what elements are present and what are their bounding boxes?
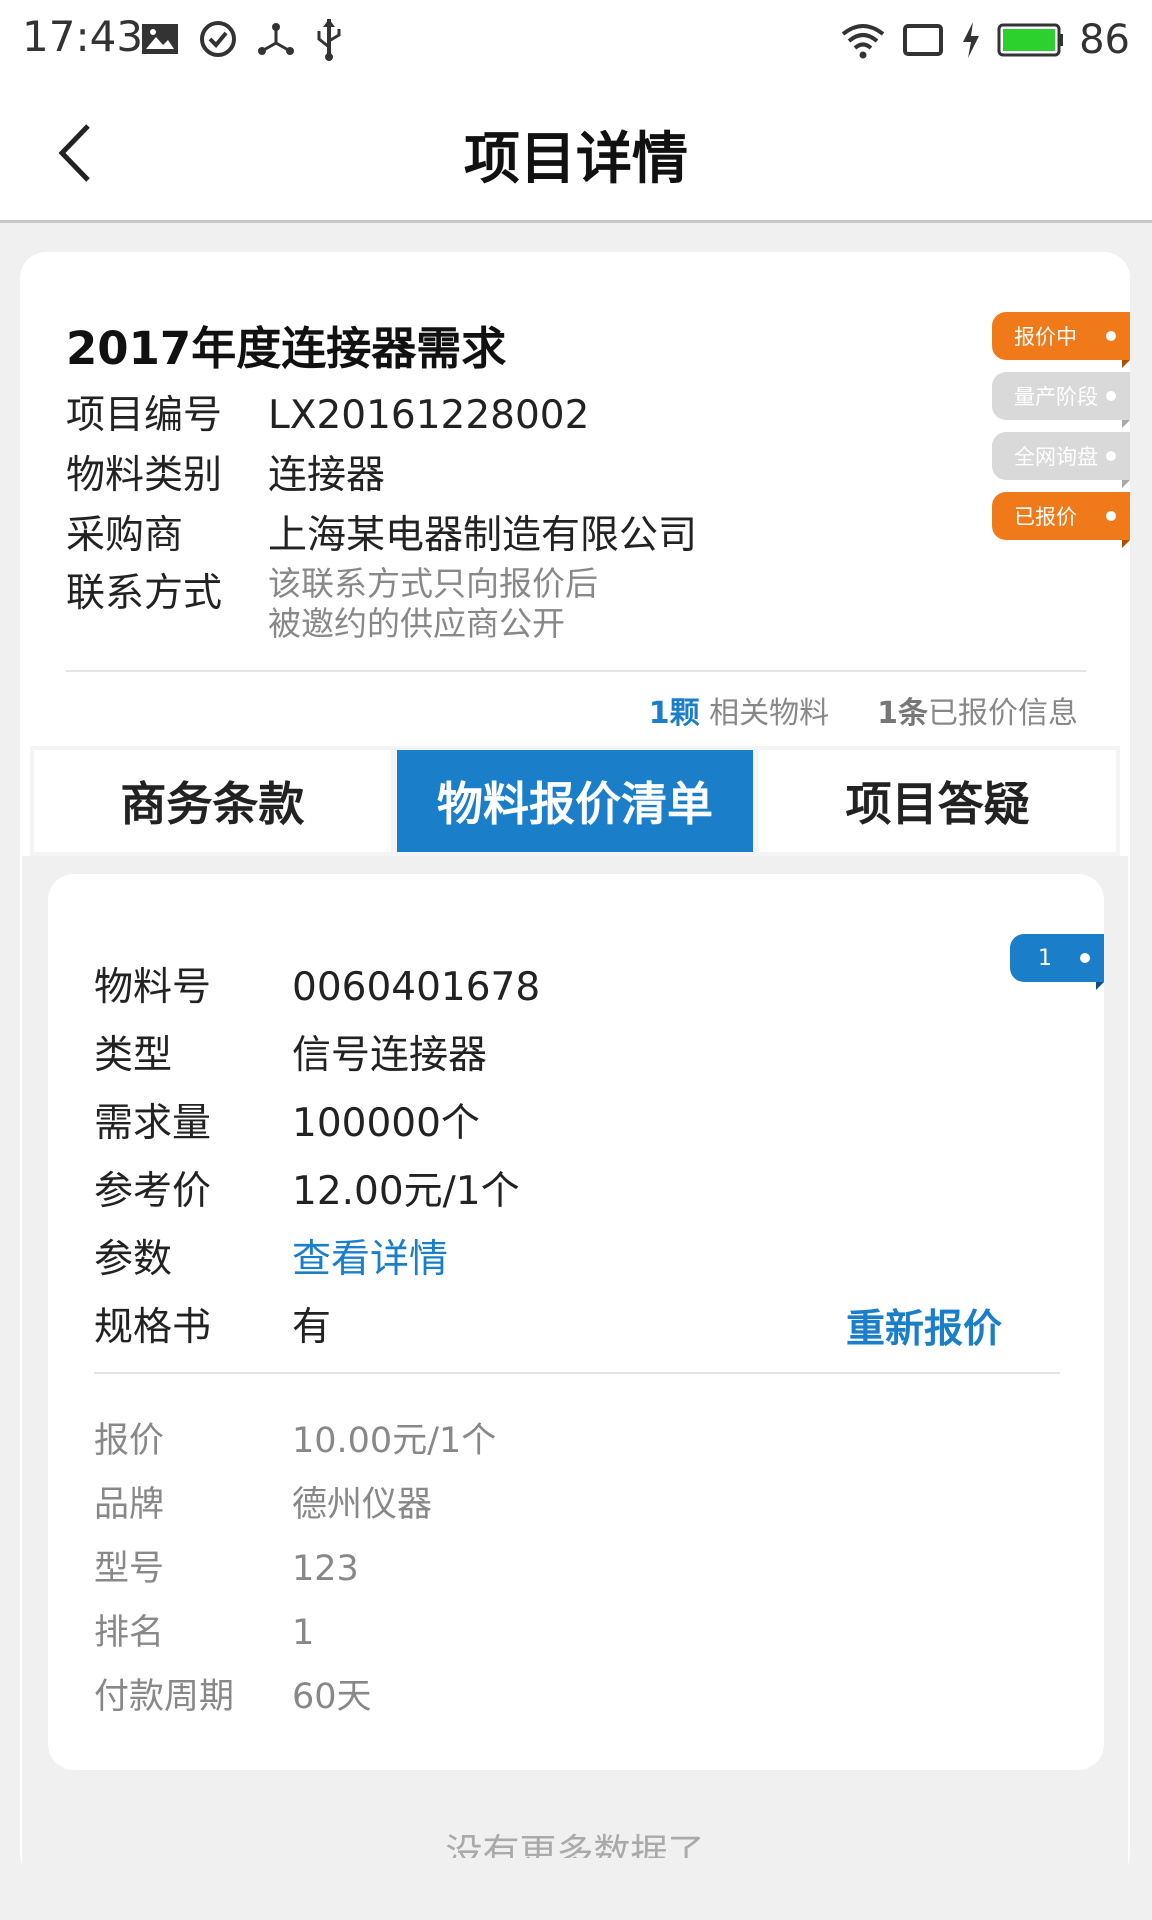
project-number-row: 项目编号 LX20161228002	[66, 384, 589, 440]
type-row: 类型 信号连接器	[94, 1024, 487, 1080]
spec-sheet-label: 规格书	[94, 1305, 212, 1350]
buyer-value: 上海某电器制造有限公司	[268, 513, 698, 558]
reference-price-label: 参考价	[94, 1169, 212, 1214]
demand-label: 需求量	[94, 1101, 212, 1146]
demand-value: 100000个	[292, 1101, 480, 1146]
tag-quoted-label: 已报价	[1014, 505, 1077, 529]
tab-business-terms[interactable]: 商务条款	[34, 750, 391, 852]
reference-price-value: 12.00元/1个	[292, 1169, 520, 1214]
material-number-label: 物料号	[94, 965, 212, 1010]
reference-price-row: 参考价 12.00元/1个	[94, 1160, 520, 1216]
brand-value: 德州仪器	[292, 1485, 433, 1525]
buyer-row: 采购商 上海某电器制造有限公司	[66, 504, 697, 560]
material-card: 1 物料号 0060401678 类型 信号连接器 需求量 100000个 参考价 12…	[48, 874, 1104, 1770]
quoted-info-count: 1条已报价信息	[877, 688, 1078, 732]
page-title: 项目详情	[464, 127, 688, 192]
tag-quoting: 报价中	[992, 312, 1130, 368]
tab-material-quote-list[interactable]: 物料报价清单	[396, 750, 754, 852]
check-circle-icon	[200, 21, 236, 57]
type-value: 信号连接器	[292, 1033, 488, 1078]
project-number-label: 项目编号	[66, 393, 223, 438]
nav-bar: 项目详情	[0, 82, 1152, 223]
project-title: 2017年度连接器需求	[66, 322, 507, 375]
parameters-row: 参数 查看详情	[94, 1228, 448, 1284]
tag-quoting-label: 报价中	[1014, 325, 1077, 349]
project-number-value: LX20161228002	[268, 393, 590, 438]
material-category-value: 连接器	[268, 453, 386, 498]
related-materials-count: 1颗 相关物料	[649, 688, 829, 732]
requote-button[interactable]: 重新报价	[846, 1298, 1002, 1354]
rank-badge-label: 1	[1038, 945, 1052, 971]
material-category-label: 物料类别	[66, 453, 223, 498]
status-time: 17:43	[22, 12, 144, 61]
status-icons-right: 86	[839, 12, 1130, 68]
contact-note-line1: 该联系方式只向报价后	[268, 564, 598, 603]
divider	[66, 670, 1086, 672]
quote-price-label: 报价	[94, 1421, 165, 1461]
quote-price-value: 10.00元/1个	[292, 1421, 497, 1461]
spec-sheet-value: 有	[292, 1305, 332, 1350]
charging-icon	[963, 22, 980, 58]
model-row: 型号 123	[94, 1540, 359, 1591]
material-number-value: 0060401678	[292, 965, 541, 1010]
share-icon	[258, 23, 294, 55]
image-icon	[142, 24, 178, 54]
tab-project-qa[interactable]: 项目答疑	[759, 750, 1117, 852]
material-category-row: 物料类别 连接器	[66, 444, 385, 500]
rank-badge: 1	[1010, 934, 1104, 990]
cast-icon	[903, 24, 944, 56]
buyer-label: 采购商	[66, 513, 184, 558]
tag-quoted: 已报价	[992, 492, 1130, 548]
rank-value: 1	[292, 1613, 315, 1653]
project-counts: 1颗 相关物料 1条已报价信息	[649, 688, 1078, 732]
payment-period-label: 付款周期	[94, 1677, 235, 1717]
payment-period-value: 60天	[292, 1677, 372, 1717]
no-more-data-text: 没有更多数据了	[445, 1831, 705, 1858]
brand-label: 品牌	[94, 1485, 165, 1525]
brand-row: 品牌 德州仪器	[94, 1476, 432, 1527]
quoted-info-number: 1条	[877, 696, 928, 731]
view-details-link[interactable]: 查看详情	[292, 1237, 448, 1282]
tag-network-inquiry-label: 全网询盘	[1014, 445, 1098, 469]
parameters-label: 参数	[94, 1237, 173, 1282]
status-bar: 17:43 86	[0, 0, 1152, 82]
quoted-info-label: 已报价信息	[928, 696, 1078, 731]
tag-mass-production: 量产阶段	[992, 372, 1130, 428]
contact-note: 该联系方式只向报价后 被邀约的供应商公开	[268, 564, 598, 644]
contact-label: 联系方式	[66, 571, 223, 616]
quote-price-row: 报价 10.00元/1个	[94, 1412, 496, 1463]
wifi-icon	[841, 24, 885, 59]
model-value: 123	[292, 1549, 359, 1589]
tab-bar: 商务条款 物料报价清单 项目答疑	[30, 746, 1120, 856]
tag-mass-production-label: 量产阶段	[1014, 385, 1098, 409]
spec-sheet-row: 规格书 有	[94, 1296, 331, 1352]
contact-note-line2: 被邀约的供应商公开	[268, 604, 565, 643]
related-materials-number: 1颗	[648, 696, 700, 731]
usb-icon	[317, 19, 341, 61]
rank-row: 排名 1	[94, 1604, 314, 1655]
type-label: 类型	[94, 1033, 173, 1078]
tag-network-inquiry: 全网询盘	[992, 432, 1130, 488]
rank-label: 排名	[94, 1613, 165, 1653]
payment-period-row: 付款周期 60天	[94, 1668, 372, 1719]
model-label: 型号	[94, 1549, 165, 1589]
related-materials-label: 相关物料	[709, 696, 830, 731]
status-icons-left	[140, 14, 344, 64]
project-card: 2017年度连接器需求 项目编号 LX20161228002 物料类别 连接器 采购…	[20, 252, 1130, 1880]
quote-divider	[94, 1372, 1060, 1374]
demand-row: 需求量 100000个	[94, 1092, 480, 1148]
battery-level: 86	[1079, 17, 1130, 63]
material-number-row: 物料号 0060401678	[94, 956, 540, 1012]
battery-icon	[997, 23, 1064, 57]
contact-row: 联系方式	[66, 562, 268, 618]
